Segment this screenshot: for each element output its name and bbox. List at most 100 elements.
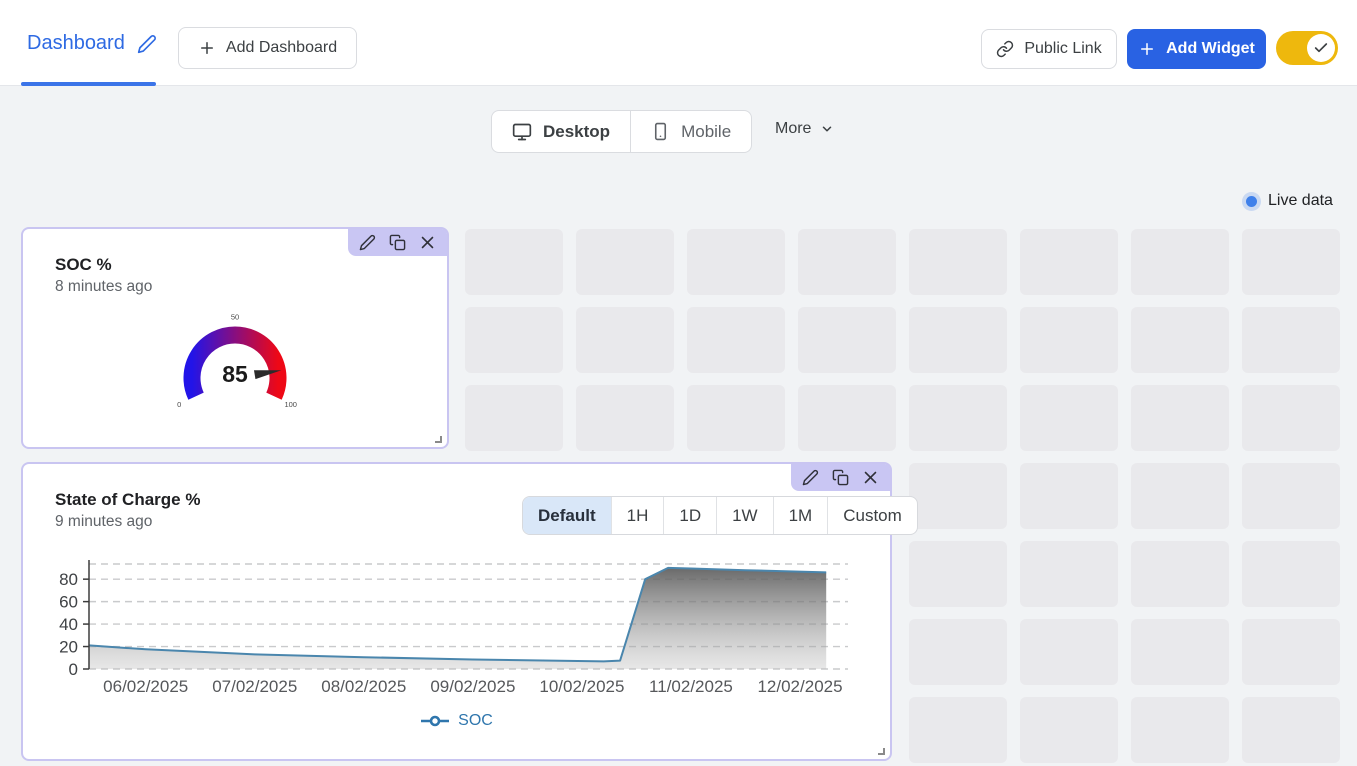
widget-placeholder-cell (465, 385, 563, 451)
widget-placeholder-cell (909, 307, 1007, 373)
svg-text:08/02/2025: 08/02/2025 (321, 677, 406, 696)
widget-action-bar (791, 464, 890, 491)
legend-item-soc[interactable]: SOC (420, 712, 493, 730)
copy-icon[interactable] (389, 234, 406, 251)
widget-placeholder-cell (909, 463, 1007, 529)
add-dashboard-label: Add Dashboard (226, 39, 337, 57)
plus-icon (1138, 40, 1156, 58)
widget-placeholder-cell (1131, 619, 1229, 685)
range-tab-1w[interactable]: 1W (717, 497, 774, 534)
svg-text:85: 85 (222, 361, 248, 387)
pencil-icon[interactable] (137, 34, 157, 54)
range-tab-custom[interactable]: Custom (828, 497, 917, 534)
svg-text:60: 60 (59, 593, 78, 612)
range-tab-1h[interactable]: 1H (612, 497, 665, 534)
svg-text:12/02/2025: 12/02/2025 (757, 677, 842, 696)
widget-placeholder-cell (1131, 229, 1229, 295)
resize-corner-icon[interactable] (874, 744, 886, 756)
live-data-label: Live data (1268, 192, 1333, 210)
public-link-button[interactable]: Public Link (981, 29, 1117, 69)
widget-placeholder-cell (1131, 541, 1229, 607)
chart-legend: SOC (23, 712, 890, 730)
more-label: More (775, 120, 811, 138)
range-tab-default[interactable]: Default (523, 497, 612, 534)
range-tab-1d[interactable]: 1D (664, 497, 717, 534)
widget-placeholder-cell (1131, 385, 1229, 451)
view-mode-switch: Desktop Mobile (491, 110, 752, 153)
resize-corner-icon[interactable] (431, 432, 443, 444)
desktop-label: Desktop (543, 122, 610, 142)
widget-placeholder-cell (1020, 229, 1118, 295)
add-dashboard-button[interactable]: Add Dashboard (178, 27, 357, 69)
live-data-indicator: Live data (1246, 192, 1333, 210)
svg-text:09/02/2025: 09/02/2025 (430, 677, 515, 696)
range-tab-1m[interactable]: 1M (774, 497, 829, 534)
widget-placeholder-cell (1020, 307, 1118, 373)
widget-action-bar (348, 229, 447, 256)
add-widget-label: Add Widget (1166, 40, 1255, 58)
svg-text:40: 40 (59, 615, 78, 634)
tab-dashboard[interactable]: Dashboard (27, 32, 157, 55)
line-dot-icon (420, 715, 450, 727)
copy-icon[interactable] (832, 469, 849, 486)
plus-icon (198, 39, 216, 57)
mobile-label: Mobile (681, 122, 731, 142)
widget-placeholder-cell (909, 385, 1007, 451)
dot-icon (1246, 196, 1257, 207)
more-menu-button[interactable]: More (775, 120, 834, 138)
pencil-icon[interactable] (359, 234, 376, 251)
monitor-icon (512, 122, 532, 142)
widget-updated-timestamp: 8 minutes ago (55, 278, 447, 296)
widget-placeholder-cell (909, 229, 1007, 295)
widget-placeholder-cell (687, 385, 785, 451)
widget-placeholder-cell (1242, 619, 1340, 685)
widget-placeholder-cell (1131, 697, 1229, 763)
widget-placeholder-cell (687, 307, 785, 373)
svg-text:06/02/2025: 06/02/2025 (103, 677, 188, 696)
widget-placeholder-cell (798, 229, 896, 295)
dashboard-tab-label: Dashboard (27, 32, 125, 55)
header-bar: Dashboard Add Dashboard Public Link Add … (0, 0, 1357, 86)
widget-placeholder-cell (1242, 697, 1340, 763)
widget-placeholder-cell (1131, 307, 1229, 373)
svg-text:11/02/2025: 11/02/2025 (649, 677, 733, 696)
widget-placeholder-cell (1020, 619, 1118, 685)
widget-placeholder-cell (1242, 307, 1340, 373)
svg-text:80: 80 (59, 570, 78, 589)
svg-text:50: 50 (231, 313, 239, 322)
widget-placeholder-cell (1242, 229, 1340, 295)
close-icon[interactable] (419, 234, 436, 251)
widget-placeholder-cell (1242, 385, 1340, 451)
state-of-charge-area-chart: 02040608006/02/202507/02/202508/02/20250… (23, 559, 894, 709)
pencil-icon[interactable] (802, 469, 819, 486)
mobile-view-button[interactable]: Mobile (630, 111, 751, 152)
widget-placeholder-cell (687, 229, 785, 295)
link-icon (996, 40, 1014, 58)
widget-placeholder-cell (909, 619, 1007, 685)
desktop-view-button[interactable]: Desktop (492, 111, 630, 152)
widget-placeholder-cell (909, 697, 1007, 763)
time-range-tabs: Default 1H 1D 1W 1M Custom (522, 496, 918, 535)
active-tab-underline (21, 82, 156, 86)
edit-mode-toggle[interactable] (1276, 31, 1338, 65)
svg-text:0: 0 (69, 660, 78, 679)
widget-placeholder-cell (1020, 697, 1118, 763)
legend-label: SOC (458, 712, 493, 730)
widget-placeholder-cell (909, 541, 1007, 607)
close-icon[interactable] (862, 469, 879, 486)
svg-text:0: 0 (177, 400, 181, 409)
widget-placeholder-cell (465, 229, 563, 295)
widget-placeholder-cell (798, 385, 896, 451)
widget-placeholder-cell (1020, 541, 1118, 607)
check-icon (1313, 40, 1329, 56)
smartphone-icon (651, 122, 670, 141)
add-widget-button[interactable]: Add Widget (1127, 29, 1266, 69)
widget-placeholder-cell (1020, 385, 1118, 451)
widget-placeholder-cell (465, 307, 563, 373)
chevron-down-icon (820, 122, 834, 136)
widget-placeholder-cell (1131, 463, 1229, 529)
widget-state-of-charge-chart: State of Charge % 9 minutes ago Default … (21, 462, 892, 761)
soc-gauge-chart: 05010085 (120, 302, 350, 430)
widget-title: SOC % (55, 255, 447, 275)
widget-placeholder-cell (576, 307, 674, 373)
